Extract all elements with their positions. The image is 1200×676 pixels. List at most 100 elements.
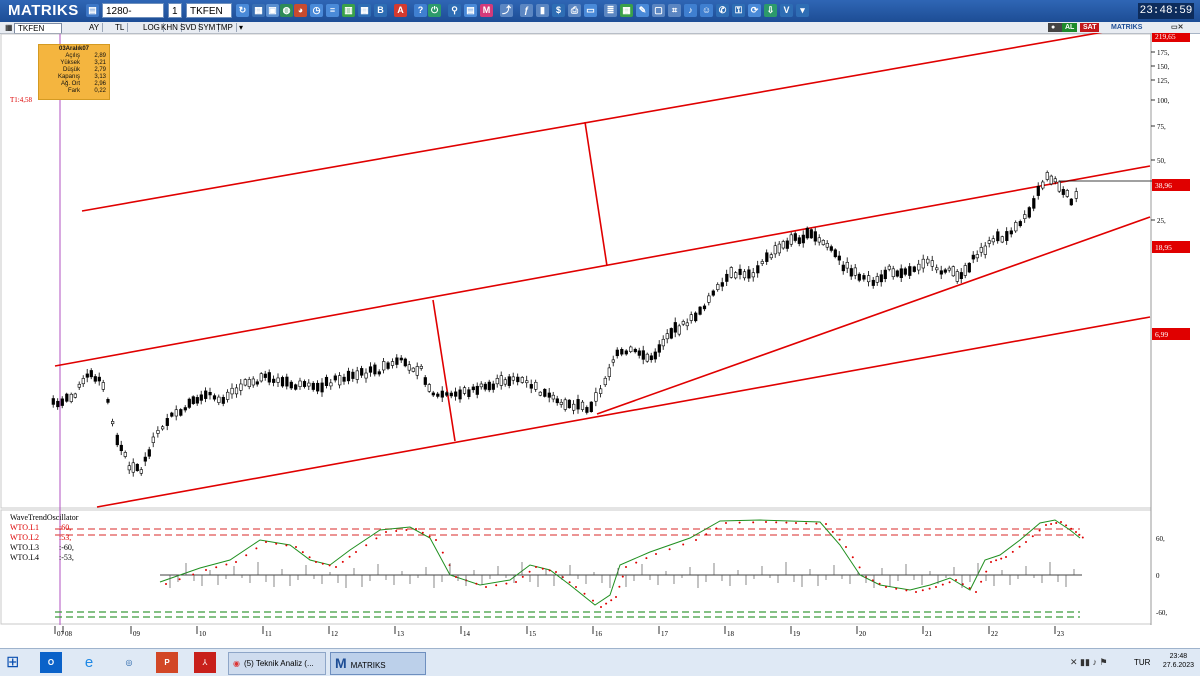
pen-icon[interactable]: ✎ bbox=[636, 4, 649, 17]
chrome-task[interactable]: ◉ (5) Teknik Analiz (... bbox=[228, 652, 326, 675]
signal-dot bbox=[435, 539, 437, 541]
tab-menu-icon[interactable]: ▾ bbox=[236, 23, 246, 32]
candle-body bbox=[60, 398, 64, 406]
candle-body bbox=[959, 272, 963, 280]
signal-dot bbox=[1050, 522, 1053, 525]
bold-b-icon[interactable]: B bbox=[374, 4, 387, 17]
download-icon[interactable]: ⇩ bbox=[764, 4, 777, 17]
start-icon[interactable]: ⊞ bbox=[6, 652, 28, 673]
candle-body bbox=[789, 234, 793, 245]
list-icon[interactable]: ≡ bbox=[326, 4, 339, 17]
signal-dot bbox=[885, 586, 887, 588]
candle-body bbox=[467, 389, 471, 397]
refresh-circle-icon[interactable]: ⟳ bbox=[748, 4, 761, 17]
calc-icon[interactable]: ▦ bbox=[620, 4, 633, 17]
outlook-icon[interactable]: O bbox=[40, 652, 62, 673]
signal-dot bbox=[235, 561, 237, 563]
signal-dot bbox=[985, 570, 988, 573]
phone-icon[interactable]: ✆ bbox=[716, 4, 729, 17]
candle-body bbox=[56, 400, 60, 408]
sell-button[interactable]: SAT bbox=[1080, 23, 1100, 32]
price-chart[interactable]: 175, 150, 125, 100, 75, 50, 25, 219,65 38,96 18,… bbox=[0, 33, 1200, 648]
tile-icon[interactable]: ▣ bbox=[266, 4, 279, 17]
candle-body bbox=[711, 290, 715, 296]
candle-body bbox=[773, 245, 777, 255]
tab-ay[interactable]: AY bbox=[86, 23, 104, 32]
candle-body bbox=[204, 390, 208, 399]
dropdown-icon[interactable]: ▾ bbox=[796, 4, 809, 17]
tab-tmp[interactable]: TMP bbox=[213, 23, 237, 32]
candle-body bbox=[487, 381, 491, 391]
tray-clock[interactable]: 23:48 27.6.2023 bbox=[1163, 652, 1194, 670]
search-icon[interactable]: ⚲ bbox=[448, 4, 461, 17]
candle-body bbox=[147, 449, 151, 457]
candle-body bbox=[607, 367, 611, 377]
candle-body bbox=[641, 350, 645, 360]
layout-select[interactable]: 1 bbox=[168, 3, 182, 18]
pdf-icon[interactable]: ⅄ bbox=[194, 652, 216, 673]
alert-a-icon[interactable]: A bbox=[394, 4, 407, 17]
matriks-task[interactable]: M MATRIKS bbox=[330, 652, 426, 675]
price-badge-label: 219,65 bbox=[1155, 33, 1176, 41]
candle-body bbox=[259, 373, 263, 382]
scan-icon[interactable]: ⌗ bbox=[668, 4, 681, 17]
tab-tl[interactable]: TL bbox=[112, 23, 129, 32]
candle-body bbox=[208, 392, 212, 396]
users-icon[interactable]: ☺ bbox=[700, 4, 713, 17]
candle-body bbox=[534, 381, 538, 390]
candle-body bbox=[191, 396, 195, 404]
app-icon[interactable]: ◎ bbox=[118, 652, 140, 673]
tray-icons[interactable]: ✕ ▮▮ ♪ ⚑ bbox=[1070, 652, 1130, 673]
signal-dot bbox=[635, 561, 638, 564]
monitor-icon[interactable]: ▭ bbox=[584, 4, 597, 17]
formula-icon[interactable]: ƒ bbox=[520, 4, 533, 17]
internet-explorer-icon[interactable]: e bbox=[78, 652, 100, 673]
candle-body bbox=[329, 382, 333, 387]
buy-button[interactable]: AL bbox=[1062, 23, 1078, 32]
signal-dot bbox=[928, 587, 931, 590]
language-indicator[interactable]: TUR bbox=[1134, 652, 1152, 673]
candle-body bbox=[131, 462, 135, 473]
candle-body bbox=[594, 392, 598, 402]
candle-body bbox=[926, 258, 930, 264]
candle-body bbox=[845, 261, 849, 269]
globe-icon[interactable]: ◍ bbox=[280, 4, 293, 17]
candle-body bbox=[507, 376, 511, 386]
candle-body bbox=[479, 383, 483, 388]
bar-chart-icon[interactable]: ▮ bbox=[536, 4, 549, 17]
printer-icon[interactable]: ⎙ bbox=[568, 4, 581, 17]
candle-body bbox=[294, 384, 298, 390]
template-select[interactable]: 1280-IMK_TUM bbox=[102, 3, 164, 32]
mail-icon[interactable]: M bbox=[480, 4, 493, 17]
save-icon[interactable]: ▤ bbox=[86, 4, 99, 17]
pie-icon[interactable]: ◕ bbox=[294, 4, 307, 17]
help-icon[interactable]: ? bbox=[414, 4, 427, 17]
power-icon[interactable]: ⏻ bbox=[428, 4, 441, 17]
signal-dot bbox=[682, 543, 685, 546]
symbol-input[interactable]: TKFEN bbox=[186, 3, 232, 18]
table-icon[interactable]: ▥ bbox=[342, 4, 355, 17]
candle-body bbox=[276, 377, 280, 383]
chart-line-icon[interactable]: ⤴ bbox=[500, 4, 513, 17]
bell-icon[interactable]: ♪ bbox=[684, 4, 697, 17]
powerpoint-icon[interactable]: P bbox=[156, 652, 178, 673]
window-icon[interactable]: ▢ bbox=[652, 4, 665, 17]
signal-dot bbox=[441, 551, 444, 554]
signal-dot bbox=[905, 589, 908, 592]
grid-icon[interactable]: ▦ bbox=[252, 4, 265, 17]
lock-icon[interactable]: ⚿ bbox=[732, 4, 745, 17]
signal-dot bbox=[225, 563, 228, 566]
dollar-icon[interactable]: $ bbox=[552, 4, 565, 17]
calendar-icon[interactable]: ▦ bbox=[358, 4, 371, 17]
candle-body bbox=[516, 376, 520, 383]
window-controls-icon[interactable]: ▭✕ bbox=[1168, 23, 1186, 32]
info-date: 03Aralık07 bbox=[58, 46, 90, 52]
news-icon[interactable]: ▤ bbox=[464, 4, 477, 17]
candle-body bbox=[436, 393, 440, 397]
refresh-icon[interactable]: ↻ bbox=[236, 4, 249, 17]
time-tick-label: 17 bbox=[661, 630, 669, 638]
v-icon[interactable]: V bbox=[780, 4, 793, 17]
stack-icon[interactable]: ≣ bbox=[604, 4, 617, 17]
candle-body bbox=[599, 388, 603, 394]
clock-icon[interactable]: ◷ bbox=[310, 4, 323, 17]
